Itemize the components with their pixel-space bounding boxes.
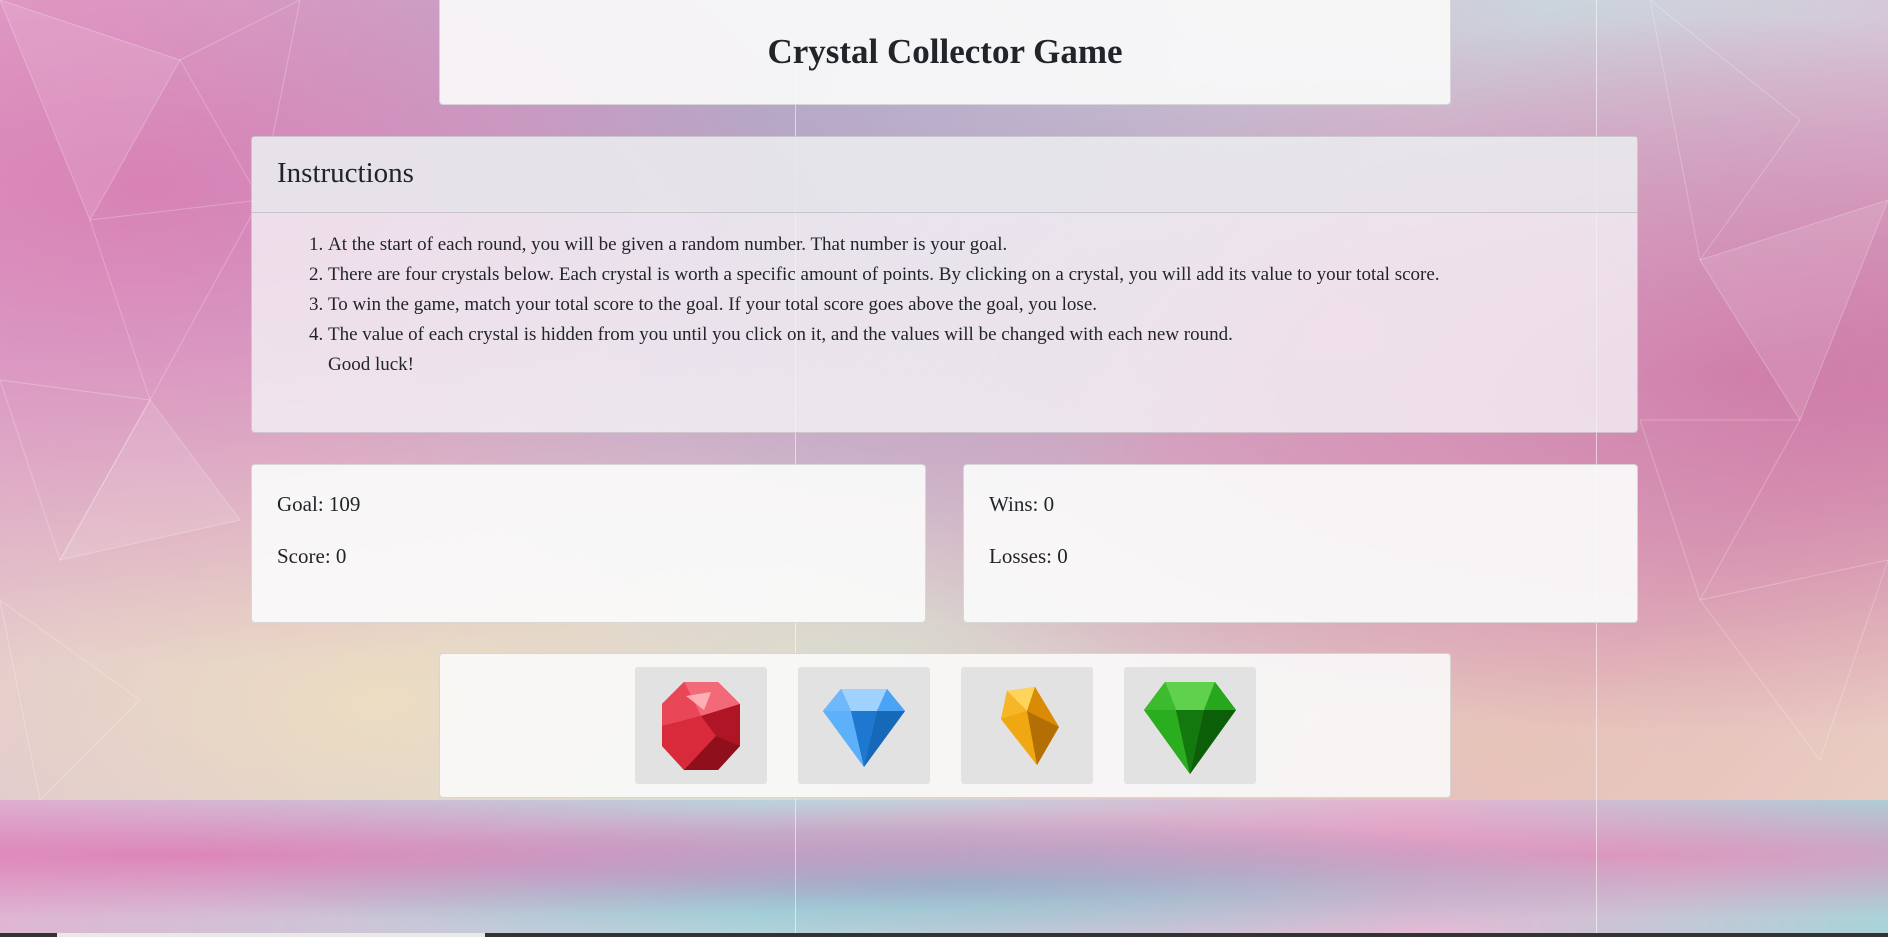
score-value: Score: 0 (277, 544, 347, 568)
bottom-strip (0, 933, 1888, 937)
good-luck-text: Good luck! (328, 354, 415, 375)
instructions-card: Instructions At the start of each round,… (251, 136, 1638, 433)
green-crystal-button[interactable] (1123, 667, 1256, 784)
crystal-panel (439, 653, 1451, 798)
yellow-crystal-button[interactable] (960, 667, 1093, 784)
bottom-strip-highlight (57, 933, 485, 937)
instructions-body: At the start of each round, you will be … (252, 213, 1637, 380)
instructions-heading: Instructions (252, 137, 1637, 213)
yellow-crystal-icon (1000, 686, 1059, 765)
page-title: Crystal Collector Game (767, 32, 1123, 71)
instruction-item: At the start of each round, you will be … (328, 230, 1612, 260)
green-crystal-icon (1143, 681, 1236, 774)
instruction-item: To win the game, match your total score … (328, 290, 1612, 320)
instruction-item: There are four crystals below. Each crys… (328, 260, 1612, 290)
wins-value: Wins: 0 (989, 492, 1055, 516)
red-crystal-button[interactable] (634, 667, 767, 784)
blue-crystal-icon (822, 688, 905, 767)
background-band (0, 800, 1888, 937)
title-card: Crystal Collector Game (439, 0, 1451, 105)
instructions-list: At the start of each round, you will be … (277, 230, 1612, 350)
red-crystal-icon (661, 681, 740, 770)
goal-score-card: Goal: 109 Score: 0 (251, 464, 926, 623)
goal-value: Goal: 109 (277, 492, 361, 516)
losses-value: Losses: 0 (989, 544, 1068, 568)
instruction-item: The value of each crystal is hidden from… (328, 320, 1612, 350)
wins-losses-card: Wins: 0 Losses: 0 (963, 464, 1638, 623)
blue-crystal-button[interactable] (797, 667, 930, 784)
